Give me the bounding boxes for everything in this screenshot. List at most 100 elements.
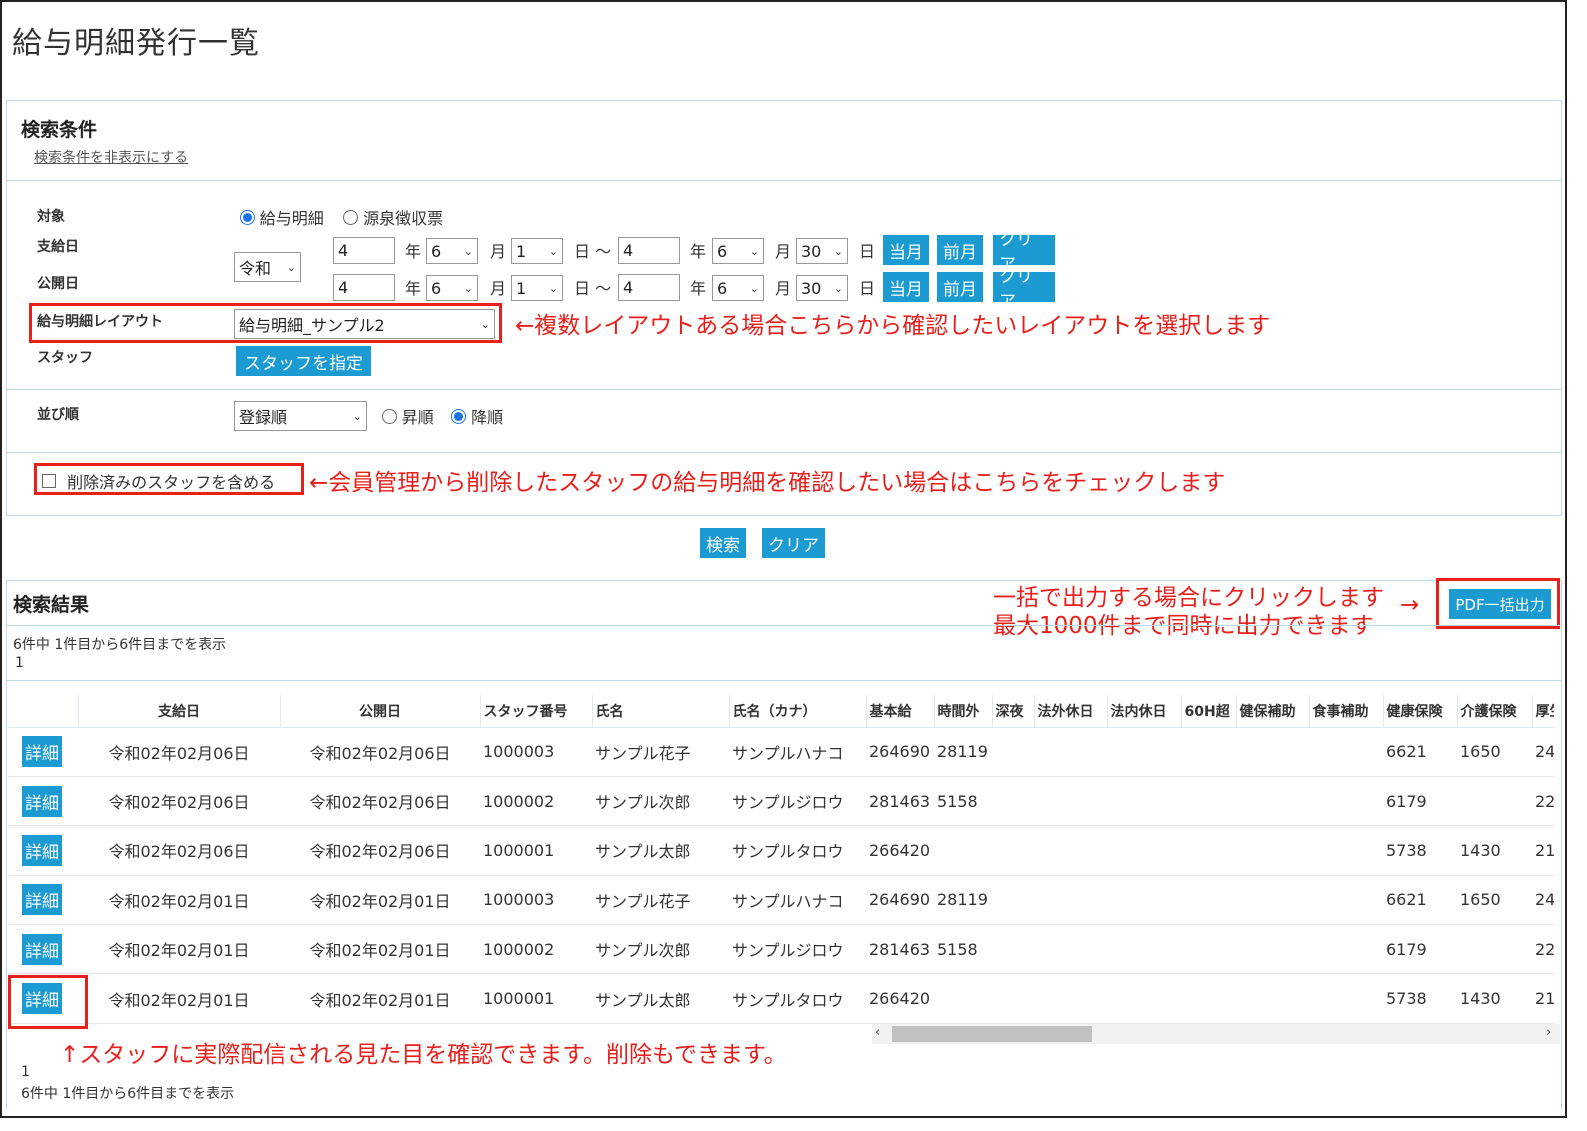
pay-from-month-select[interactable]: 6 ⌄ <box>426 238 478 264</box>
table-row: 詳細 令和02年02月06日 令和02年02月06日 1000003 サンプル花子 サンプ… <box>8 727 1554 777</box>
year-unit: 年 <box>405 279 422 298</box>
detail-button[interactable]: 詳細 <box>22 834 62 866</box>
include-deleted-checkbox[interactable] <box>42 474 56 488</box>
pub-from-month-value: 6 <box>431 278 442 298</box>
select-staff-button[interactable]: スタッフを指定 <box>236 346 371 376</box>
search-button[interactable]: 検索 <box>700 528 746 558</box>
cell-night <box>992 727 1034 777</box>
pub-from-year-input[interactable]: 4 <box>333 274 395 301</box>
layout-annotation: ←複数レイアウトある場合こちらから確認したいレイアウトを選択します <box>515 313 1271 339</box>
cell-care-insurance <box>1457 776 1532 827</box>
col-action <box>8 695 78 728</box>
table-row: 詳細 令和02年02月01日 令和02年02月01日 1000003 サンプル花子 サンプ… <box>8 875 1554 926</box>
cell-detail: 詳細 <box>8 727 78 777</box>
cell-legal-holiday <box>1034 875 1107 926</box>
cell-base-pay: 264690 <box>866 875 934 926</box>
table-row: 詳細 令和02年02月06日 令和02年02月06日 1000002 サンプル次郎 サンプ… <box>8 776 1554 827</box>
era-select[interactable]: 令和 ⌄ <box>234 252 301 282</box>
pdf-bulk-export-button[interactable]: PDF一括出力 <box>1449 589 1551 619</box>
order-asc-radio[interactable] <box>382 408 397 424</box>
col-night: 深夜 <box>991 695 1034 728</box>
cell-health-subsidy <box>1236 776 1309 827</box>
cell-health-insurance: 5738 <box>1383 825 1457 876</box>
cell-overtime <box>934 825 992 876</box>
pay-from-day-select[interactable]: 1 ⌄ <box>511 238 563 264</box>
cell-meal-subsidy <box>1309 825 1383 876</box>
target-radio-group: 給与明細 源泉徴収票 <box>240 205 443 229</box>
cell-name: サンプル次郎 <box>592 776 729 827</box>
order-select[interactable]: 登録順 ⌄ <box>234 401 367 431</box>
cell-over60h <box>1181 924 1236 975</box>
cell-base-pay: 281463 <box>866 924 934 975</box>
pub-prev-month-button[interactable]: 前月 <box>937 272 983 302</box>
include-deleted-option[interactable]: 削除済みのスタッフを含める <box>42 469 275 493</box>
detail-button[interactable]: 詳細 <box>22 884 62 916</box>
target-payslip-radio[interactable] <box>240 209 255 225</box>
day-unit-text: 日 <box>574 279 591 298</box>
pub-clear-button[interactable]: クリア <box>993 267 1055 312</box>
cell-night <box>992 776 1034 827</box>
target-withholding-radio[interactable] <box>343 209 359 225</box>
scroll-left-icon[interactable]: ‹ <box>875 1025 880 1040</box>
order-desc-radio[interactable] <box>451 408 467 424</box>
pub-to-month-select[interactable]: 6 ⌄ <box>712 275 764 301</box>
chevron-down-icon: ⌄ <box>463 244 473 258</box>
cell-staff-no: 1000003 <box>480 727 592 777</box>
pay-to-year-input[interactable]: 4 <box>618 237 680 264</box>
col-name: 氏名 <box>591 695 729 728</box>
col-legal-holiday: 法外休日 <box>1033 695 1107 728</box>
pagination-bottom[interactable]: 1 <box>21 1064 30 1080</box>
detail-button[interactable]: 詳細 <box>22 933 62 965</box>
cell-statutory-holiday <box>1107 825 1181 876</box>
cell-detail: 詳細 <box>8 924 78 975</box>
scrollbar-thumb[interactable] <box>892 1026 1092 1042</box>
col-overtime: 時間外 <box>933 695 992 728</box>
cell-health-subsidy <box>1236 825 1309 876</box>
pay-clear-button[interactable]: クリア <box>993 230 1055 275</box>
detail-button[interactable]: 詳細 <box>22 785 62 817</box>
cell-care-insurance: 1430 <box>1457 825 1532 876</box>
cell-name: サンプル次郎 <box>592 924 729 975</box>
detail-button[interactable]: 詳細 <box>22 736 62 768</box>
cell-over60h <box>1181 825 1236 876</box>
cell-health-insurance: 6621 <box>1383 875 1457 926</box>
pay-this-month-button[interactable]: 当月 <box>883 235 929 265</box>
cell-legal-holiday <box>1034 727 1107 777</box>
reset-button[interactable]: クリア <box>762 528 825 558</box>
pay-to-month-select[interactable]: 6 ⌄ <box>712 238 764 264</box>
cell-welfare-pension: 24 <box>1532 875 1554 926</box>
pub-this-month-button[interactable]: 当月 <box>883 272 929 302</box>
cell-night <box>992 973 1034 1024</box>
pub-to-year-input[interactable]: 4 <box>618 274 680 301</box>
hide-search-link[interactable]: 検索条件を非表示にする <box>34 147 188 167</box>
cell-meal-subsidy <box>1309 924 1383 975</box>
pub-to-day-select[interactable]: 30 ⌄ <box>796 275 848 301</box>
cell-statutory-holiday <box>1107 875 1181 926</box>
chevron-down-icon: ⌄ <box>833 281 843 295</box>
cell-pay-date: 令和02年02月06日 <box>78 727 280 777</box>
day-unit: 日 〜 <box>574 238 611 262</box>
cell-kana: サンプルジロウ <box>729 924 866 975</box>
order-value: 登録順 <box>239 408 288 427</box>
cell-pay-date: 令和02年02月01日 <box>78 973 280 1024</box>
col-staff-no: スタッフ番号 <box>479 695 592 728</box>
pay-to-day-select[interactable]: 30 ⌄ <box>796 238 848 264</box>
day-unit: 日 <box>859 242 876 261</box>
cell-over60h <box>1181 973 1236 1024</box>
divider <box>6 180 1562 181</box>
pagination-top[interactable]: 1 <box>15 655 24 671</box>
cell-health-subsidy <box>1236 875 1309 926</box>
table-header-row: 支給日 公開日 スタッフ番号 氏名 氏名（カナ） 基本給 時間外 深夜 法外休日… <box>8 695 1554 728</box>
pub-from-month-select[interactable]: 6 ⌄ <box>426 275 478 301</box>
cell-over60h <box>1181 776 1236 827</box>
cell-statutory-holiday <box>1107 776 1181 827</box>
pay-prev-month-button[interactable]: 前月 <box>937 235 983 265</box>
pub-from-day-select[interactable]: 1 ⌄ <box>511 275 563 301</box>
staff-label: スタッフ <box>37 350 93 366</box>
page-title: 給与明細発行一覧 <box>12 26 260 61</box>
col-health-subsidy: 健保補助 <box>1235 695 1309 728</box>
layout-select[interactable]: 給与明細_サンプル2 ⌄ <box>234 309 495 339</box>
cell-name: サンプル花子 <box>592 727 729 777</box>
scroll-right-icon[interactable]: › <box>1546 1025 1551 1040</box>
pay-from-year-input[interactable]: 4 <box>333 237 395 264</box>
